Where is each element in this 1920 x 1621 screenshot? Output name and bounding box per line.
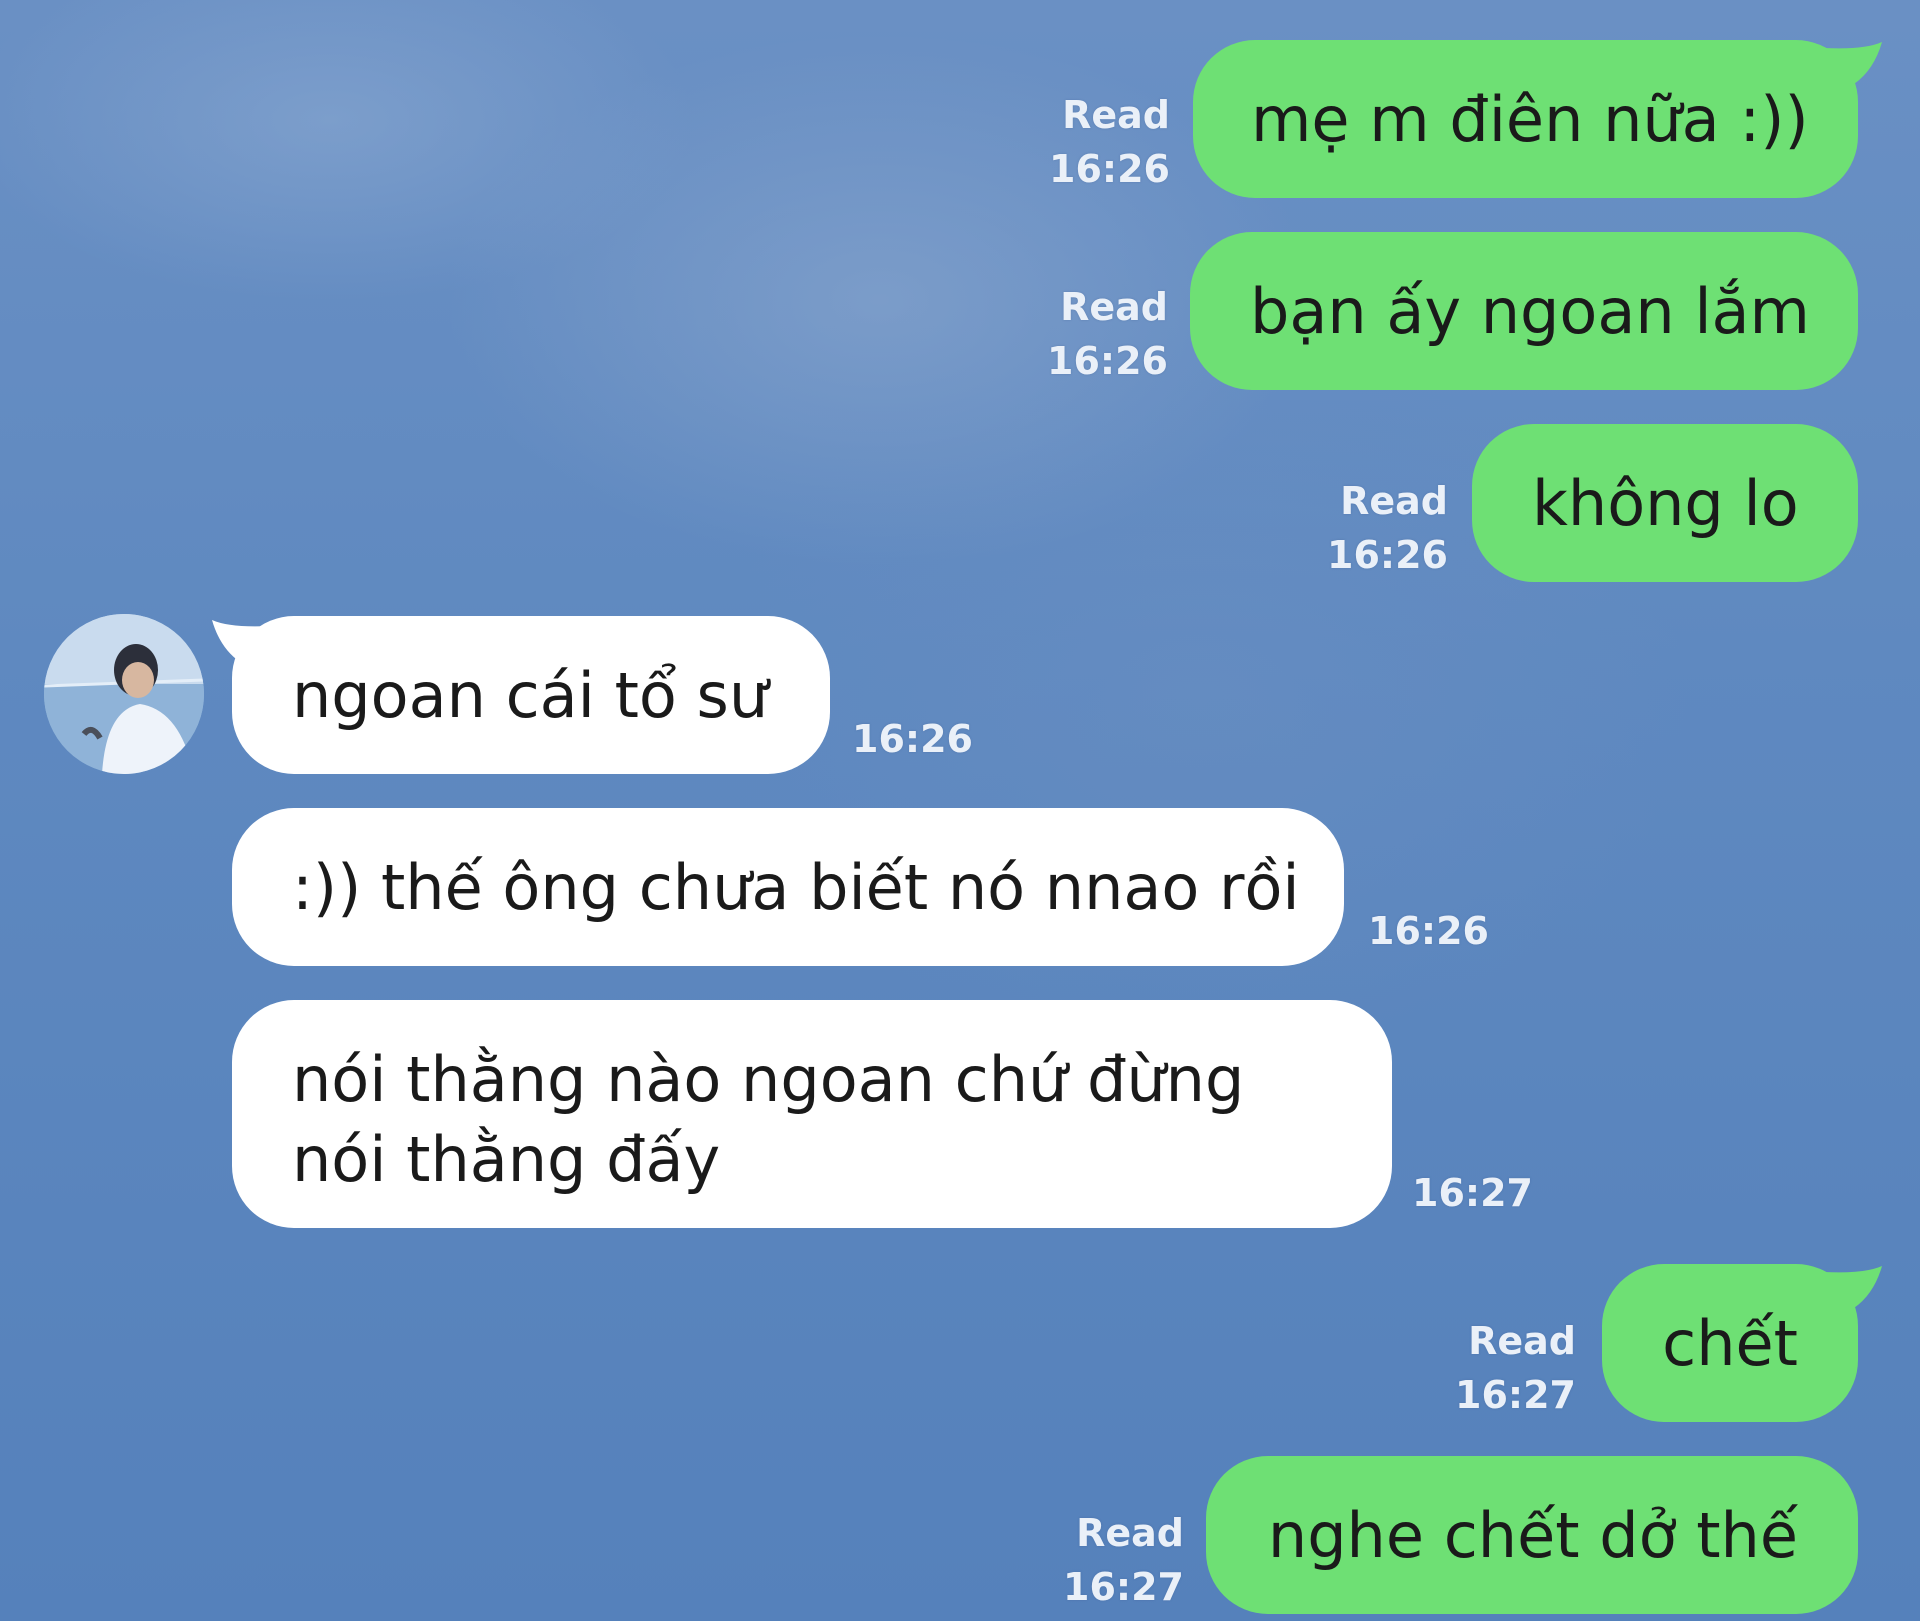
- message-status: Read 16:26: [1327, 479, 1448, 577]
- message-text: chết: [1662, 1307, 1798, 1380]
- message-time: 16:27: [1412, 1171, 1533, 1215]
- message-text: :)) thế ông chưa biết nó nnao rồi: [292, 851, 1300, 924]
- outgoing-message-bubble[interactable]: bạn ấy ngoan lắm: [1190, 232, 1858, 390]
- message-time: 16:26: [1368, 909, 1489, 953]
- message-time: 16:26: [852, 717, 973, 761]
- outgoing-message-bubble[interactable]: chết: [1602, 1264, 1858, 1422]
- message-status: Read 16:26: [1047, 285, 1168, 383]
- message-text: bạn ấy ngoan lắm: [1250, 275, 1810, 348]
- message-text: ngoan cái tổ sư: [292, 659, 769, 732]
- incoming-message-bubble[interactable]: nói thằng nào ngoan chứ đừng nói thằng đ…: [232, 1000, 1392, 1228]
- contact-avatar-photo-icon: [44, 614, 204, 774]
- contact-avatar[interactable]: [44, 614, 204, 774]
- message-text: nghe chết dở thế: [1267, 1499, 1798, 1572]
- message-status: Read 16:27: [1455, 1319, 1576, 1417]
- message-text: mẹ m điên nữa :)): [1251, 83, 1809, 156]
- outgoing-message-bubble[interactable]: nghe chết dở thế: [1206, 1456, 1858, 1614]
- bubble-tail-icon: [1824, 1266, 1882, 1308]
- message-text-line-1: nói thằng nào ngoan chứ đừng: [292, 1043, 1245, 1116]
- message-text: không lo: [1532, 467, 1799, 540]
- outgoing-message-bubble[interactable]: không lo: [1472, 424, 1858, 582]
- message-status: Read 16:26: [1049, 93, 1170, 191]
- bubble-tail-icon: [1824, 42, 1882, 84]
- message-status: Read 16:27: [1063, 1511, 1184, 1609]
- incoming-message-bubble[interactable]: ngoan cái tổ sư: [232, 616, 830, 774]
- outgoing-message-bubble[interactable]: mẹ m điên nữa :)): [1193, 40, 1858, 198]
- incoming-message-bubble[interactable]: :)) thế ông chưa biết nó nnao rồi: [232, 808, 1344, 966]
- message-text-line-2: nói thằng đấy: [292, 1123, 721, 1196]
